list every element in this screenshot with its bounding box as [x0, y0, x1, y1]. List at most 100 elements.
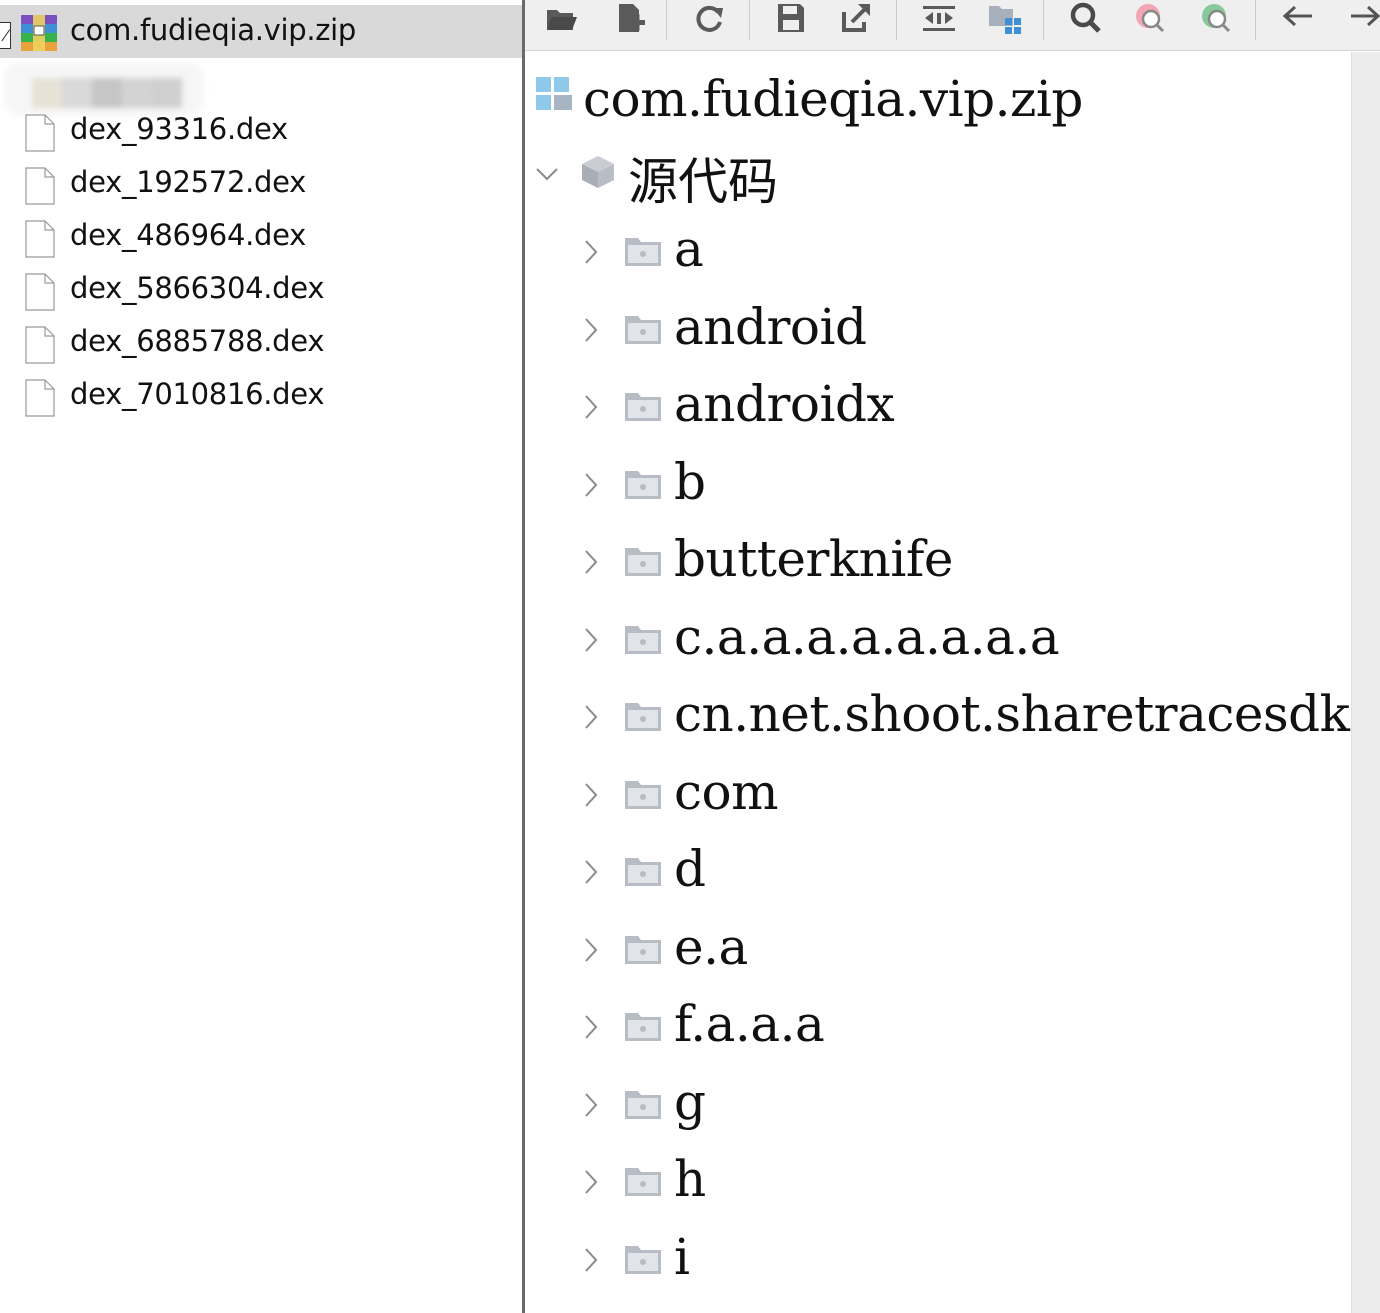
dex-file-row[interactable]: dex_5866304.dex [0, 271, 522, 323]
checkbox[interactable] [0, 22, 11, 49]
folder-icon [625, 315, 661, 344]
package-label: a [674, 220, 704, 278]
file-name: dex_5866304.dex [70, 271, 325, 305]
save-button[interactable] [771, 0, 811, 36]
toolbar-separator [666, 0, 667, 40]
chevron-right-icon[interactable] [581, 471, 601, 499]
chevron-down-icon[interactable] [535, 165, 559, 183]
folder-icon [625, 858, 661, 886]
chevron-right-icon[interactable] [581, 548, 601, 576]
chevron-right-icon[interactable] [581, 1246, 601, 1274]
package-label: d [674, 840, 706, 898]
tree-source-node[interactable]: 源代码 [525, 147, 1350, 211]
tree-root-label: com.fudieqia.vip.zip [583, 70, 1083, 128]
chevron-right-icon[interactable] [581, 781, 601, 809]
find-class-icon [1136, 4, 1165, 33]
reload-icon [696, 5, 723, 32]
chevron-right-icon[interactable] [581, 316, 601, 344]
find-usage-button[interactable] [1198, 0, 1238, 36]
back-arrow-icon [1282, 5, 1312, 27]
tree-package-node[interactable]: a [525, 220, 1350, 300]
file-icon [25, 114, 55, 152]
chevron-right-icon[interactable] [581, 936, 601, 964]
zip-archive-row[interactable]: com.fudieqia.vip.zip [0, 5, 522, 58]
package-label: c.a.a.a.a.a.a.a.a [674, 607, 1060, 666]
tree-package-node[interactable]: d [525, 840, 1350, 920]
file-name: dex_486964.dex [70, 218, 307, 252]
package-label: i [674, 1227, 690, 1286]
chevron-right-icon[interactable] [581, 238, 601, 266]
project-tree: com.fudieqia.vip.zip 源代码 a android android… [525, 52, 1350, 1313]
chevron-right-icon[interactable] [581, 1013, 601, 1041]
chevron-right-icon[interactable] [581, 393, 601, 421]
tree-package-node[interactable]: h [525, 1150, 1350, 1230]
vertical-scrollbar[interactable] [1351, 52, 1380, 1313]
archive-name: com.fudieqia.vip.zip [70, 13, 357, 47]
export-button[interactable] [836, 0, 876, 36]
folder-icon [625, 935, 661, 964]
dex-file-row[interactable]: dex_6885788.dex [0, 324, 522, 376]
tree-package-node[interactable]: cn.net.shoot.sharetracesdk [525, 685, 1350, 765]
folder-icon [625, 548, 661, 576]
tree-package-node[interactable]: com [525, 763, 1350, 843]
dex-file-row[interactable]: dex_93316.dex [0, 112, 522, 164]
find-class-button[interactable] [1132, 0, 1172, 36]
file-icon [25, 273, 55, 311]
tree-package-node[interactable]: i [525, 1228, 1350, 1308]
tree-package-node[interactable]: g [525, 1073, 1350, 1153]
folder-icon [625, 238, 661, 266]
reload-button[interactable] [689, 0, 729, 36]
tree-package-node[interactable]: butterknife [525, 530, 1350, 610]
winrar-archive-icon [21, 15, 57, 51]
tree-package-node[interactable]: b [525, 453, 1350, 533]
dex-file-row[interactable]: dex_192572.dex [0, 165, 522, 217]
toolbar-separator [749, 0, 750, 40]
package-label: e.a [674, 917, 748, 976]
package-label: f.a.a.a [674, 995, 825, 1053]
dex-file-row[interactable]: dex_7010816.dex [0, 377, 522, 429]
chevron-right-icon[interactable] [581, 1091, 601, 1119]
open-folder-button[interactable] [541, 0, 581, 36]
tree-package-node[interactable]: e.a [525, 918, 1350, 998]
folder-icon [625, 393, 661, 421]
file-icon [25, 167, 55, 205]
tree-root-node[interactable]: com.fudieqia.vip.zip [525, 70, 1350, 132]
flatten-packages-button[interactable] [985, 0, 1025, 36]
tree-package-node[interactable]: f.a.a.a [525, 995, 1350, 1075]
redacted-item [4, 62, 204, 116]
tree-package-node[interactable]: androidx [525, 375, 1350, 455]
forward-arrow-button[interactable] [1345, 0, 1380, 36]
open-folder-icon [547, 10, 577, 30]
tree-source-label: 源代码 [628, 153, 778, 211]
folder-icon [625, 1245, 661, 1274]
package-label: g [674, 1072, 706, 1131]
back-arrow-button[interactable] [1278, 0, 1318, 36]
file-name: dex_7010816.dex [70, 377, 325, 411]
package-label: butterknife [674, 530, 953, 588]
file-icon [25, 326, 55, 364]
chevron-right-icon[interactable] [581, 1168, 601, 1196]
search-button[interactable] [1066, 0, 1106, 36]
add-file-button[interactable] [609, 0, 649, 36]
dex-file-row[interactable]: dex_486964.dex [0, 218, 522, 270]
tree-package-node[interactable]: c.a.a.a.a.a.a.a.a [525, 608, 1350, 688]
file-icon [25, 220, 55, 258]
chevron-right-icon[interactable] [581, 626, 601, 654]
forward-arrow-icon [1351, 5, 1380, 27]
search-icon [1070, 2, 1101, 33]
decompiler-window: com.fudieqia.vip.zip 源代码 a android android… [525, 0, 1380, 1313]
chevron-right-icon[interactable] [581, 858, 601, 886]
project-root-icon [536, 77, 572, 110]
chevron-right-icon[interactable] [581, 703, 601, 731]
sync-button[interactable] [919, 0, 959, 36]
tree-package-node[interactable]: android [525, 298, 1350, 378]
package-label: b [674, 452, 706, 511]
package-label: h [674, 1150, 706, 1208]
folder-icon [625, 780, 661, 809]
export-icon [842, 4, 870, 32]
sync-icon [923, 6, 955, 31]
toolbar-separator [1255, 0, 1256, 40]
package-label: cn.net.shoot.sharetracesdk [674, 685, 1350, 743]
package-label: com [674, 762, 779, 821]
folder-icon [625, 1168, 661, 1196]
